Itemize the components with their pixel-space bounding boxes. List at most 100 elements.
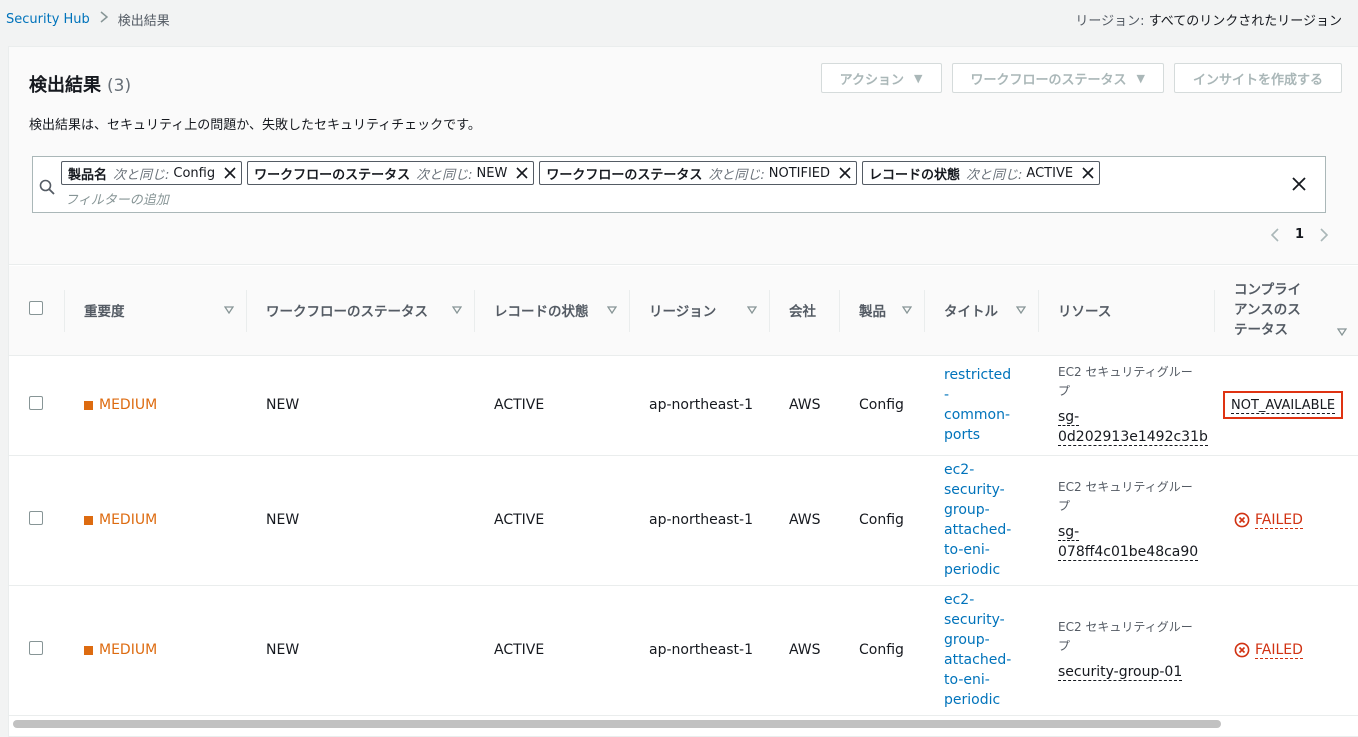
sort-icon[interactable] <box>452 306 462 315</box>
create-insight-button[interactable]: インサイトを作成する <box>1173 63 1342 93</box>
page-title: 検出結果 <box>29 75 101 96</box>
remove-filter-icon[interactable] <box>838 166 852 180</box>
column-severity[interactable]: 重要度 <box>64 266 246 355</box>
record-state-cell: ACTIVE <box>494 642 545 658</box>
column-resource[interactable]: リソース <box>1038 266 1214 355</box>
filter-token-value: ACTIVE <box>1026 165 1074 181</box>
region-indicator: リージョン: すべてのリンクされたリージョン <box>1075 10 1342 29</box>
compliance-status-highlight[interactable]: NOT_AVAILABLE <box>1223 391 1344 419</box>
filter-token-key: レコードの状態 <box>869 167 961 183</box>
column-record-state[interactable]: レコードの状態 <box>474 266 629 355</box>
region-label: リージョン: <box>1075 13 1145 29</box>
findings-table: 重要度 ワークフローのステータス レコードの状態 リージョン 会社 製品 タイト… <box>9 266 1358 716</box>
finding-title-link[interactable]: ec2- security-group-attached-to-eni-perio… <box>944 460 1038 580</box>
filter-token-operator: 次と同じ: <box>113 167 170 183</box>
filter-token[interactable]: 製品名 次と同じ: Config <box>61 161 243 185</box>
column-label: 重要度 <box>84 304 125 321</box>
breadcrumb-current: 検出結果 <box>117 13 170 29</box>
column-title[interactable]: タイトル <box>924 266 1038 355</box>
row-select-cell <box>9 585 64 715</box>
filter-token-key: ワークフローのステータス <box>546 167 703 183</box>
compliance-status[interactable]: FAILED <box>1255 642 1303 659</box>
filter-token-operator: 次と同じ: <box>708 167 765 183</box>
severity-medium-icon <box>84 400 93 410</box>
workflow-cell: NEW <box>266 397 300 413</box>
action-buttons: アクション ▼ ワークフローのステータス ▼ インサイトを作成する <box>820 63 1342 93</box>
chevron-right-icon[interactable] <box>1318 227 1330 242</box>
filter-token-operator: 次と同じ: <box>416 167 473 183</box>
table-row[interactable]: MEDIUM NEW ACTIVE ap-northeast-1 AWS Con… <box>9 455 1358 585</box>
severity-label: MEDIUM <box>99 397 158 413</box>
caret-down-icon: ▼ <box>914 71 923 85</box>
column-company[interactable]: 会社 <box>769 266 839 355</box>
workflow-status-dropdown-button[interactable]: ワークフローのステータス ▼ <box>951 63 1164 93</box>
row-checkbox[interactable] <box>29 641 43 655</box>
workflow-status-label: ワークフローのステータス <box>970 72 1127 88</box>
failed-x-circle-icon <box>1234 512 1250 528</box>
horizontal-scrollbar[interactable] <box>11 719 1357 729</box>
column-workflow-status[interactable]: ワークフローのステータス <box>246 266 474 355</box>
search-icon <box>39 179 55 195</box>
findings-panel: 検出結果 (3) 検出結果は、セキュリティ上の問題か、失敗したセキュリティチェッ… <box>8 46 1358 737</box>
severity-label: MEDIUM <box>99 512 158 528</box>
row-checkbox[interactable] <box>29 511 43 525</box>
product-cell: Config <box>859 642 904 658</box>
resource-id[interactable]: security-group-01 <box>1058 662 1214 682</box>
workflow-cell: NEW <box>266 512 300 528</box>
region-cell: ap-northeast-1 <box>649 512 754 528</box>
resource-cell: EC2 セキュリティグループ sg- 078ff4c01be48ca90 <box>1038 455 1214 585</box>
column-label: タイトル <box>944 304 998 321</box>
select-all-checkbox[interactable] <box>29 301 43 316</box>
scrollbar-thumb[interactable] <box>13 720 1221 728</box>
compliance-status[interactable]: FAILED <box>1255 512 1303 529</box>
filter-token-operator: 次と同じ: <box>966 167 1023 183</box>
filter-token[interactable]: ワークフローのステータス 次と同じ: NEW <box>247 161 535 185</box>
sort-icon[interactable] <box>902 306 912 315</box>
company-cell: AWS <box>789 512 821 528</box>
filter-token[interactable]: レコードの状態 次と同じ: ACTIVE <box>862 161 1101 185</box>
remove-filter-icon[interactable] <box>1081 166 1095 180</box>
filter-token[interactable]: ワークフローのステータス 次と同じ: NOTIFIED <box>539 161 858 185</box>
severity-medium-icon <box>84 645 93 655</box>
table-row[interactable]: MEDIUM NEW ACTIVE ap-northeast-1 AWS Con… <box>9 585 1358 715</box>
sort-icon[interactable] <box>747 306 757 315</box>
column-product[interactable]: 製品 <box>839 266 924 355</box>
product-cell: Config <box>859 397 904 413</box>
region-cell: ap-northeast-1 <box>649 642 754 658</box>
sort-icon[interactable] <box>1016 306 1026 315</box>
resource-type: EC2 セキュリティグループ <box>1058 480 1193 513</box>
finding-title-link[interactable]: ec2- security-group-attached-to-eni-perio… <box>944 590 1038 710</box>
filter-token-value: NOTIFIED <box>768 165 831 181</box>
add-filter-input[interactable] <box>65 191 665 209</box>
filter-bar[interactable]: 製品名 次と同じ: Config ワークフローのステータス 次と同じ: NEW … <box>32 156 1326 213</box>
remove-filter-icon[interactable] <box>515 166 529 180</box>
breadcrumb-security-hub[interactable]: Security Hub <box>6 12 90 27</box>
create-insight-label: インサイトを作成する <box>1192 72 1323 88</box>
row-checkbox[interactable] <box>29 396 43 410</box>
resource-id[interactable]: sg- 078ff4c01be48ca90 <box>1058 522 1214 562</box>
page-number[interactable]: 1 <box>1295 227 1304 242</box>
compliance-cell: FAILED <box>1214 585 1358 715</box>
actions-dropdown-button[interactable]: アクション ▼ <box>820 63 942 93</box>
column-region[interactable]: リージョン <box>629 266 769 355</box>
title-cell: ec2- security-group-attached-to-eni-perio… <box>924 455 1038 585</box>
column-label: ワークフローのステータス <box>266 304 428 321</box>
select-all-cell <box>9 266 64 355</box>
clear-filters-icon[interactable] <box>1291 176 1307 192</box>
chevron-left-icon[interactable] <box>1269 227 1281 242</box>
breadcrumb: Security Hub 検出結果 <box>6 10 170 29</box>
finding-title-link[interactable]: restricted-common-ports <box>944 365 1014 445</box>
column-label: コンプライアンスのステータス <box>1234 282 1302 339</box>
sort-icon[interactable] <box>1337 328 1347 337</box>
column-label: 製品 <box>859 304 886 321</box>
severity-label: MEDIUM <box>99 642 158 658</box>
remove-filter-icon[interactable] <box>223 166 237 180</box>
compliance-cell: NOT_AVAILABLE <box>1214 355 1358 455</box>
table-row[interactable]: MEDIUM NEW ACTIVE ap-northeast-1 AWS Con… <box>9 355 1358 455</box>
resource-id[interactable]: sg- 0d202913e1492c31b <box>1058 407 1214 447</box>
sort-icon[interactable] <box>224 306 234 315</box>
column-compliance-status[interactable]: コンプライアンスのステータス <box>1214 266 1358 355</box>
severity-cell: MEDIUM <box>64 355 246 455</box>
title-cell: restricted-common-ports <box>924 355 1038 455</box>
sort-icon[interactable] <box>607 306 617 315</box>
